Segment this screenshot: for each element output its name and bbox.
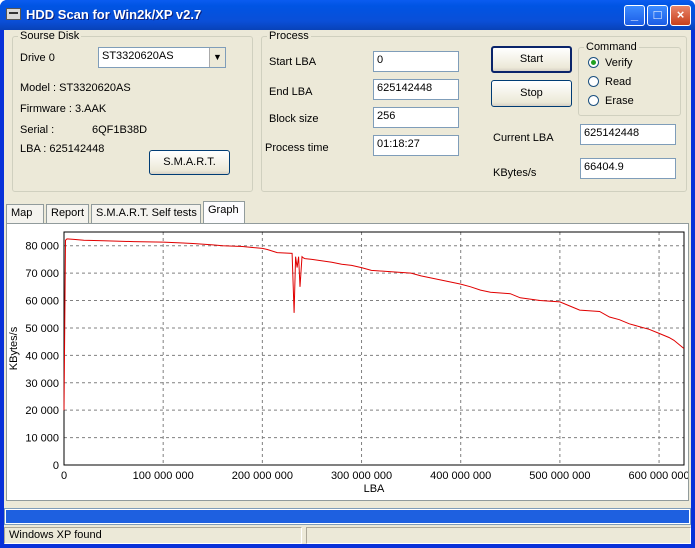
drive-select[interactable]: ST3320620AS ▼	[98, 47, 226, 68]
progress-bar	[4, 508, 691, 525]
radio-verify-label: Verify	[605, 57, 633, 69]
y-axis-label: KBytes/s	[8, 326, 20, 370]
lba-text: LBA : 625142448	[20, 143, 105, 155]
kbytes-lba-chart: 0 10 000 20 000 30 000 40 000 50 000 60 000 70 …	[8, 231, 688, 495]
process-legend: Process	[269, 30, 309, 42]
radio-erase[interactable]: Erase	[588, 95, 634, 107]
graph-panel: 0 10 000 20 000 30 000 40 000 50 000 60 000 70 …	[6, 223, 689, 501]
end-lba-field[interactable]: 625142448	[373, 79, 459, 100]
drive-select-value: ST3320620AS	[102, 50, 174, 62]
tab-map[interactable]: Map	[6, 204, 44, 223]
tab-report[interactable]: Report	[46, 204, 89, 223]
x-tick-label: 500 000 000	[529, 470, 590, 482]
status-text: Windows XP found	[4, 527, 302, 544]
plot-frame	[63, 231, 685, 466]
status-bar: Windows XP found	[4, 527, 691, 544]
start-button[interactable]: Start	[491, 46, 572, 73]
drive-label: Drive 0	[20, 52, 55, 64]
radio-erase-dot[interactable]	[588, 95, 599, 106]
radio-read-dot[interactable]	[588, 76, 599, 87]
maximize-button[interactable]: □	[647, 5, 668, 26]
x-tick-label: 0	[61, 470, 67, 482]
stop-button[interactable]: Stop	[491, 80, 572, 107]
model-text: Model : ST3320620AS	[20, 82, 131, 94]
tab-strip: Map Report S.M.A.R.T. Self tests Graph	[4, 201, 691, 223]
client-area: Sourse Disk Drive 0 ST3320620AS ▼ Model …	[4, 30, 691, 544]
series-line	[63, 238, 685, 411]
y-tick-label: 60 000	[25, 296, 59, 308]
app-window: HDD Scan for Win2k/XP v2.7 _ □ × Sourse …	[0, 0, 695, 548]
x-tick-label: 400 000 000	[430, 470, 491, 482]
status-pane-2	[306, 527, 691, 544]
current-lba-label: Current LBA	[493, 132, 554, 144]
tab-graph[interactable]: Graph	[203, 201, 245, 223]
y-tick-label: 20 000	[25, 405, 59, 417]
current-lba-field: 625142448	[580, 124, 676, 145]
start-lba-field[interactable]: 0	[373, 51, 459, 72]
progress-fill	[6, 510, 689, 523]
close-button[interactable]: ×	[670, 5, 691, 26]
start-lba-label: Start LBA	[269, 56, 317, 68]
command-legend: Command	[586, 41, 637, 53]
kbytes-label: KBytes/s	[493, 167, 537, 179]
radio-read[interactable]: Read	[588, 76, 631, 88]
title-bar[interactable]: HDD Scan for Win2k/XP v2.7 _ □ ×	[0, 0, 695, 30]
source-disk-legend: Sourse Disk	[20, 30, 80, 42]
x-tick-label: 600 000 000	[628, 470, 688, 482]
y-tick-label: 80 000	[25, 241, 59, 253]
end-lba-label: End LBA	[269, 86, 313, 98]
minimize-button[interactable]: _	[624, 5, 645, 26]
block-size-field[interactable]: 256	[373, 107, 459, 128]
y-tick-label: 50 000	[25, 323, 59, 335]
serial-value: 6QF1B38D	[92, 124, 148, 136]
radio-verify[interactable]: Verify	[588, 57, 633, 69]
tab-smart-self-tests[interactable]: S.M.A.R.T. Self tests	[91, 204, 201, 223]
serial-label: Serial :	[20, 124, 55, 136]
x-tick-label: 200 000 000	[232, 470, 293, 482]
x-tick-label: 100 000 000	[133, 470, 194, 482]
radio-erase-label: Erase	[605, 95, 634, 107]
y-tick-label: 70 000	[25, 268, 59, 280]
smart-button[interactable]: S.M.A.R.T.	[149, 150, 230, 175]
x-tick-label: 300 000 000	[331, 470, 392, 482]
firmware-text: Firmware : 3.AAK	[20, 103, 107, 115]
y-tick-label: 30 000	[25, 378, 59, 390]
window-title: HDD Scan for Win2k/XP v2.7	[26, 7, 202, 22]
y-tick-label: 40 000	[25, 350, 59, 362]
process-time-field: 01:18:27	[373, 135, 459, 156]
chevron-down-icon[interactable]: ▼	[209, 48, 225, 67]
x-axis-label: LBA	[364, 483, 385, 495]
app-icon	[6, 8, 21, 20]
y-tick-label: 10 000	[25, 433, 59, 445]
process-time-label: Process time	[265, 142, 329, 154]
radio-verify-dot[interactable]	[588, 57, 599, 68]
y-tick-label: 0	[53, 460, 59, 472]
radio-read-label: Read	[605, 76, 632, 88]
kbytes-field: 66404.9	[580, 158, 676, 179]
block-size-label: Block size	[269, 113, 319, 125]
